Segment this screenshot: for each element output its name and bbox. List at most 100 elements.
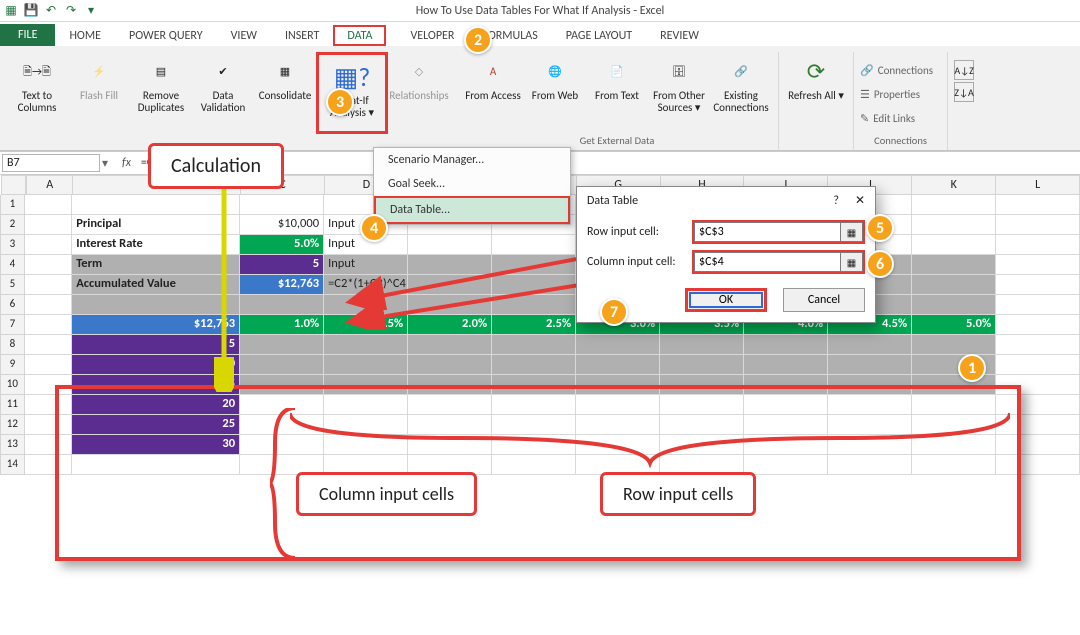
cell-K10[interactable]: [912, 375, 996, 395]
cell-A10[interactable]: [25, 375, 72, 395]
menu-data-table[interactable]: Data Table...: [374, 196, 570, 224]
cell-C10[interactable]: [240, 375, 324, 395]
cell-A2[interactable]: [25, 215, 72, 235]
cell-K3[interactable]: [912, 235, 996, 255]
btn-consolidate[interactable]: ▦Consolidate: [254, 52, 316, 124]
cell-A8[interactable]: [25, 335, 72, 355]
cell-G9[interactable]: [576, 355, 660, 375]
cell-L4[interactable]: [996, 255, 1080, 275]
tab-home[interactable]: HOME: [55, 25, 115, 46]
cell-G8[interactable]: [576, 335, 660, 355]
cell-L5[interactable]: [996, 275, 1080, 295]
tab-developer[interactable]: VELOPER: [396, 25, 468, 46]
cell-B14[interactable]: [72, 455, 240, 475]
row-hdr-12[interactable]: 12: [0, 415, 25, 435]
cell-C1[interactable]: [240, 195, 324, 215]
cell-A3[interactable]: [25, 235, 72, 255]
cell-H8[interactable]: [660, 335, 744, 355]
qat-more-icon[interactable]: ▾: [84, 4, 98, 18]
cell-A9[interactable]: [25, 355, 72, 375]
cell-D9[interactable]: [324, 355, 408, 375]
btn-data-validation[interactable]: ✔Data Validation: [192, 52, 254, 124]
connections-item[interactable]: 🔗Connections: [860, 60, 933, 80]
cell-H9[interactable]: [660, 355, 744, 375]
cell-L6[interactable]: [996, 295, 1080, 315]
cell-E10[interactable]: [408, 375, 492, 395]
btn-from-web[interactable]: 🌐From Web: [524, 52, 586, 124]
cell-L8[interactable]: [996, 335, 1080, 355]
properties-item[interactable]: ☰Properties: [860, 84, 933, 104]
cell-A1[interactable]: [25, 195, 72, 215]
row-hdr-3[interactable]: 3: [0, 235, 25, 255]
tab-review[interactable]: REVIEW: [646, 25, 713, 46]
row-hdr-7[interactable]: 7: [0, 315, 25, 335]
cell-C8[interactable]: [240, 335, 324, 355]
cell-K5[interactable]: [912, 275, 996, 295]
tab-powerquery[interactable]: POWER QUERY: [115, 25, 217, 46]
cell-A4[interactable]: [25, 255, 72, 275]
btn-from-access[interactable]: AFrom Access: [462, 52, 524, 124]
row-hdr-10[interactable]: 10: [0, 375, 25, 395]
cell-C7[interactable]: 1.0%: [240, 315, 324, 335]
row-hdr-13[interactable]: 13: [0, 435, 25, 455]
cell-A6[interactable]: [25, 295, 72, 315]
cell-B13[interactable]: 30: [72, 435, 240, 455]
tab-view[interactable]: VIEW: [217, 25, 271, 46]
sort-za-button[interactable]: Z↓A: [954, 82, 974, 102]
tab-data[interactable]: DATA: [333, 25, 386, 46]
cell-C2[interactable]: $10,000: [240, 215, 324, 235]
cell-A13[interactable]: [25, 435, 72, 455]
cell-L1[interactable]: [996, 195, 1080, 215]
help-icon[interactable]: ?: [833, 194, 839, 208]
cell-L9[interactable]: [996, 355, 1080, 375]
cell-B12[interactable]: 25: [72, 415, 240, 435]
menu-scenario-manager[interactable]: Scenario Manager...: [374, 148, 570, 172]
cell-A7[interactable]: [25, 315, 72, 335]
cell-A11[interactable]: [25, 395, 72, 415]
cell-A12[interactable]: [25, 415, 72, 435]
cancel-button[interactable]: Cancel: [783, 288, 865, 312]
cell-K1[interactable]: [912, 195, 996, 215]
btn-relationships[interactable]: ◇Relationships: [388, 52, 450, 124]
undo-icon[interactable]: ↶: [44, 4, 58, 18]
btn-flash-fill[interactable]: ⚡Flash Fill: [68, 52, 130, 124]
drop-icon[interactable]: ▾: [102, 156, 108, 171]
cell-L10[interactable]: [996, 375, 1080, 395]
ok-button[interactable]: OK: [685, 288, 767, 312]
name-box[interactable]: B7: [2, 154, 100, 172]
redo-icon[interactable]: ↷: [64, 4, 78, 18]
cell-G10[interactable]: [576, 375, 660, 395]
row-hdr-8[interactable]: 8: [0, 335, 25, 355]
row-hdr-1[interactable]: 1: [0, 195, 25, 215]
row-hdr-6[interactable]: 6: [0, 295, 25, 315]
range-picker-icon[interactable]: ▦: [841, 252, 863, 272]
cell-E8[interactable]: [408, 335, 492, 355]
col-hdr-A[interactable]: A: [26, 175, 73, 195]
col-hdr-L[interactable]: L: [996, 175, 1080, 195]
cell-J9[interactable]: [828, 355, 912, 375]
cell-J8[interactable]: [828, 335, 912, 355]
col-input-cell-field[interactable]: [694, 252, 841, 272]
btn-refresh-all[interactable]: ⟳Refresh All ▾: [785, 52, 847, 124]
row-hdr-11[interactable]: 11: [0, 395, 25, 415]
row-hdr-14[interactable]: 14: [0, 455, 25, 475]
cell-A14[interactable]: [25, 455, 72, 475]
menu-goal-seek[interactable]: Goal Seek...: [374, 172, 570, 196]
cell-L3[interactable]: [996, 235, 1080, 255]
range-picker-icon[interactable]: ▦: [841, 222, 863, 242]
row-hdr-9[interactable]: 9: [0, 355, 25, 375]
cell-D8[interactable]: [324, 335, 408, 355]
col-hdr-K[interactable]: K: [912, 175, 996, 195]
cell-H10[interactable]: [660, 375, 744, 395]
cell-K8[interactable]: [912, 335, 996, 355]
cell-C9[interactable]: [240, 355, 324, 375]
row-hdr-5[interactable]: 5: [0, 275, 25, 295]
tab-file[interactable]: FILE: [0, 24, 55, 46]
cell-K7[interactable]: 5.0%: [912, 315, 996, 335]
cell-F9[interactable]: [492, 355, 576, 375]
cell-I8[interactable]: [744, 335, 828, 355]
cell-F10[interactable]: [492, 375, 576, 395]
cell-K6[interactable]: [912, 295, 996, 315]
btn-remove-duplicates[interactable]: ▤Remove Duplicates: [130, 52, 192, 124]
btn-from-text[interactable]: 📄From Text: [586, 52, 648, 124]
